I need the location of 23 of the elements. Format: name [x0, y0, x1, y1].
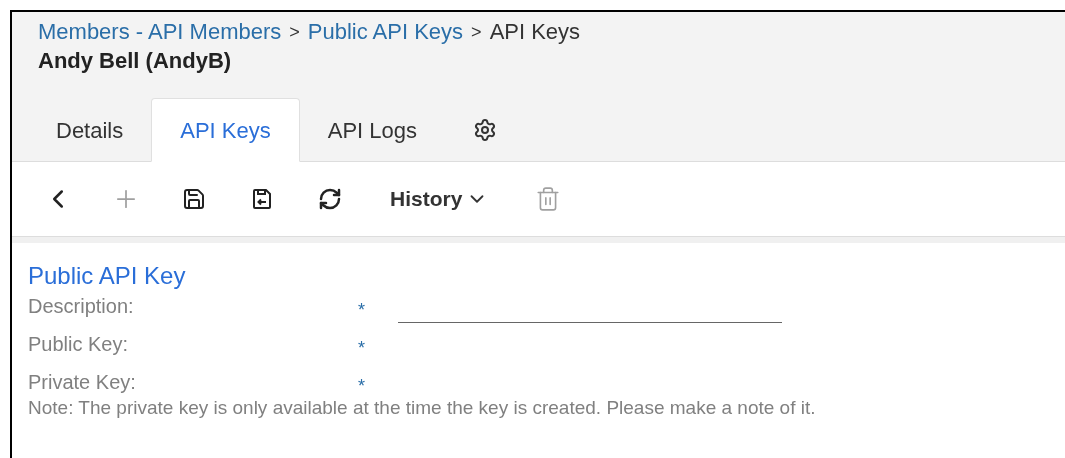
field-label: Private Key: [28, 370, 137, 395]
breadcrumb-link[interactable]: Public API Keys [307, 18, 464, 46]
required-asterisk: * [358, 376, 365, 396]
breadcrumb-current: API Keys [489, 18, 581, 46]
save-arrow-icon [250, 187, 274, 211]
section-title: Public API Key [28, 261, 187, 291]
breadcrumb-link[interactable]: Members - API Members [38, 18, 282, 46]
tab[interactable]: API Logs [299, 98, 445, 162]
required-asterisk: * [358, 300, 365, 320]
tab[interactable]: Details [28, 98, 152, 162]
history-dropdown[interactable]: History [376, 183, 503, 215]
save-icon [182, 187, 206, 211]
trash-icon [535, 186, 562, 212]
field-label: Public Key: [28, 332, 130, 357]
field-label: Description: [28, 294, 135, 319]
tab[interactable]: API Keys [151, 98, 300, 162]
refresh-icon [318, 187, 342, 211]
page-title: Andy Bell (AndyB) [38, 47, 233, 75]
settings-icon [473, 118, 497, 142]
note-text: Note: The private key is only available at the time the key is created. Please make a note of it. [28, 396, 817, 420]
breadcrumb-separator: > [471, 21, 482, 44]
required-asterisk: * [358, 338, 365, 358]
breadcrumb-separator: > [289, 21, 300, 44]
